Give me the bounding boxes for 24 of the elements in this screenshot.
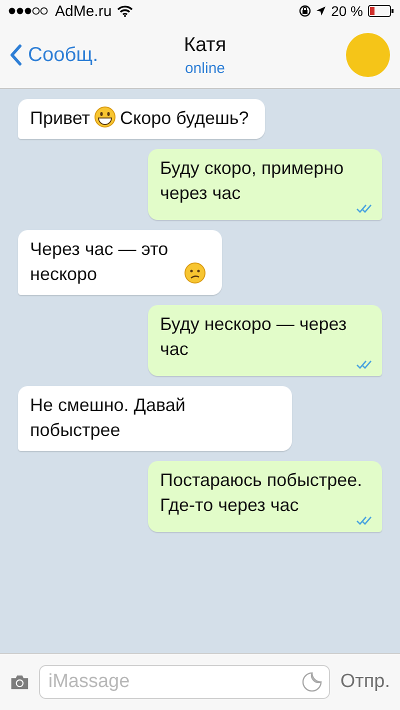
wifi-icon [116,5,133,17]
battery-icon [368,5,394,17]
grinning-face-icon [94,106,116,128]
contact-name: Катя [184,34,226,56]
message-text: Не смешно. Давай побыстрее [30,394,186,442]
message-text: Постараюсь побыстрее. Где-то через час [160,469,364,517]
signal-icon [8,6,50,16]
contact-avatar[interactable] [346,33,390,77]
confused-face-icon [184,262,206,284]
send-button[interactable]: Отпр. [340,671,390,693]
carrier-name: AdMe.ru [55,2,112,20]
message-text: Через час — это нескоро [30,238,170,286]
message-text: Буду скоро, примерно через час [160,157,345,205]
location-icon [316,6,326,16]
message-field[interactable]: iMassage [39,665,330,699]
battery-percent: 20 % [331,3,363,19]
message-text: Привет [30,107,90,130]
sticker-icon [302,672,322,692]
rotation-lock-icon [299,5,312,17]
back-button[interactable]: Сообщ. [10,44,120,66]
back-chevron-icon [10,44,22,66]
contact-status: online [184,60,226,76]
message-text: Буду нескоро — через час [160,313,348,361]
message-text: Скоро будешь? [120,107,249,130]
